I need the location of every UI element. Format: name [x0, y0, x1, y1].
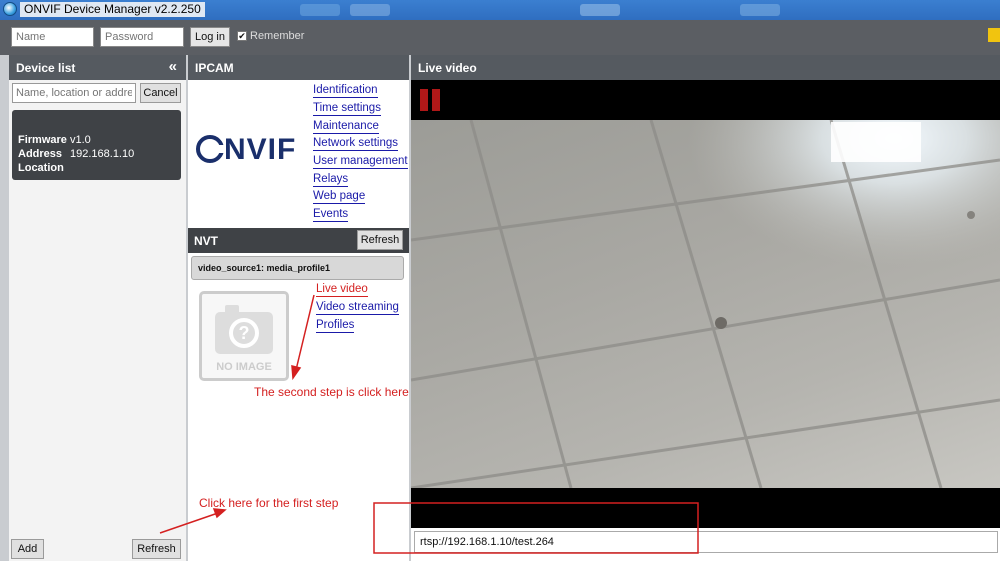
window-title: ONVIF Device Manager v2.2.250 [20, 2, 205, 17]
onvif-logo: NVIF [196, 133, 296, 167]
onvif-app-icon [3, 2, 17, 16]
camera-icon: ? [215, 305, 273, 354]
address-value: 192.168.1.10 [70, 148, 135, 160]
live-video-header: Live video [411, 55, 1000, 80]
nvt-title: NVT [194, 234, 218, 248]
live-video-title: Live video [418, 61, 477, 75]
remember-label: Remember [250, 30, 305, 42]
remember-checkbox[interactable]: ✔ [237, 31, 247, 41]
menu-time-settings[interactable]: Time settings [313, 102, 381, 116]
firmware-key: Firmware [18, 134, 67, 146]
menu-web-page[interactable]: Web page [313, 190, 366, 204]
device-list-item[interactable]: Firmware v1.0 Address 192.168.1.10 Locatio… [12, 110, 181, 180]
device-list-panel: Device list « Cancel Firmwarev1.0 Addres… [9, 55, 186, 561]
no-image-placeholder: ? NO IMAGE [199, 291, 289, 381]
name-input[interactable] [11, 27, 94, 47]
media-profile-selector[interactable]: video_source1: media_profile1 [191, 256, 404, 280]
annotation-step-two: The second step is click here [254, 385, 409, 399]
firmware-value: v1.0 [70, 134, 91, 146]
live-video-link[interactable]: Live video [316, 283, 368, 297]
menu-relays[interactable]: Relays [313, 173, 349, 187]
annotation-step-one: Click here for the first step [199, 496, 339, 510]
video-streaming-link[interactable]: Video streaming [316, 301, 399, 315]
menu-maintenance[interactable]: Maintenance [313, 120, 379, 134]
title-bar: ONVIF Device Manager v2.2.250 [0, 0, 1000, 20]
device-search-input[interactable] [12, 83, 136, 103]
address-key: Address [18, 148, 63, 160]
password-input[interactable] [100, 27, 184, 47]
stream-url-field[interactable]: rtsp://192.168.1.10/test.264 [414, 531, 998, 553]
notification-icon[interactable] [988, 28, 1000, 42]
cancel-button[interactable]: Cancel [140, 83, 181, 103]
taskbar-thumbnail [300, 4, 340, 16]
pause-icon[interactable] [420, 89, 441, 111]
camera-feed [411, 120, 1000, 488]
device-list-header: Device list « [9, 55, 186, 80]
refresh-devices-button[interactable]: Refresh [132, 539, 181, 559]
camera-feed-image [411, 120, 1000, 488]
collapse-icon[interactable]: « [169, 58, 177, 75]
taskbar-thumbnail [740, 4, 780, 16]
refresh-nvt-button[interactable]: Refresh [357, 230, 403, 250]
add-button[interactable]: Add [11, 539, 44, 559]
ipcam-title: IPCAM [195, 61, 234, 75]
menu-identification[interactable]: Identification [313, 84, 378, 98]
taskbar-thumbnail [350, 4, 390, 16]
live-video-panel: Live video rtsp://192.168.1.10/test.264 [411, 55, 1000, 561]
menu-network-settings[interactable]: Network settings [313, 137, 399, 151]
device-list-title: Device list [16, 61, 76, 75]
menu-user-management[interactable]: User management [313, 155, 408, 169]
video-player[interactable] [411, 80, 1000, 528]
login-button[interactable]: Log in [190, 27, 230, 47]
profiles-link[interactable]: Profiles [316, 319, 355, 333]
location-key: Location [18, 162, 64, 174]
ipcam-panel: IPCAM NVIF Identification Time settings … [188, 55, 409, 561]
login-bar: Log in ✔ Remember [0, 20, 1000, 55]
no-image-label: NO IMAGE [216, 361, 272, 373]
menu-events[interactable]: Events [313, 208, 349, 222]
taskbar-thumbnail [580, 4, 620, 16]
ipcam-header: IPCAM [188, 55, 409, 80]
